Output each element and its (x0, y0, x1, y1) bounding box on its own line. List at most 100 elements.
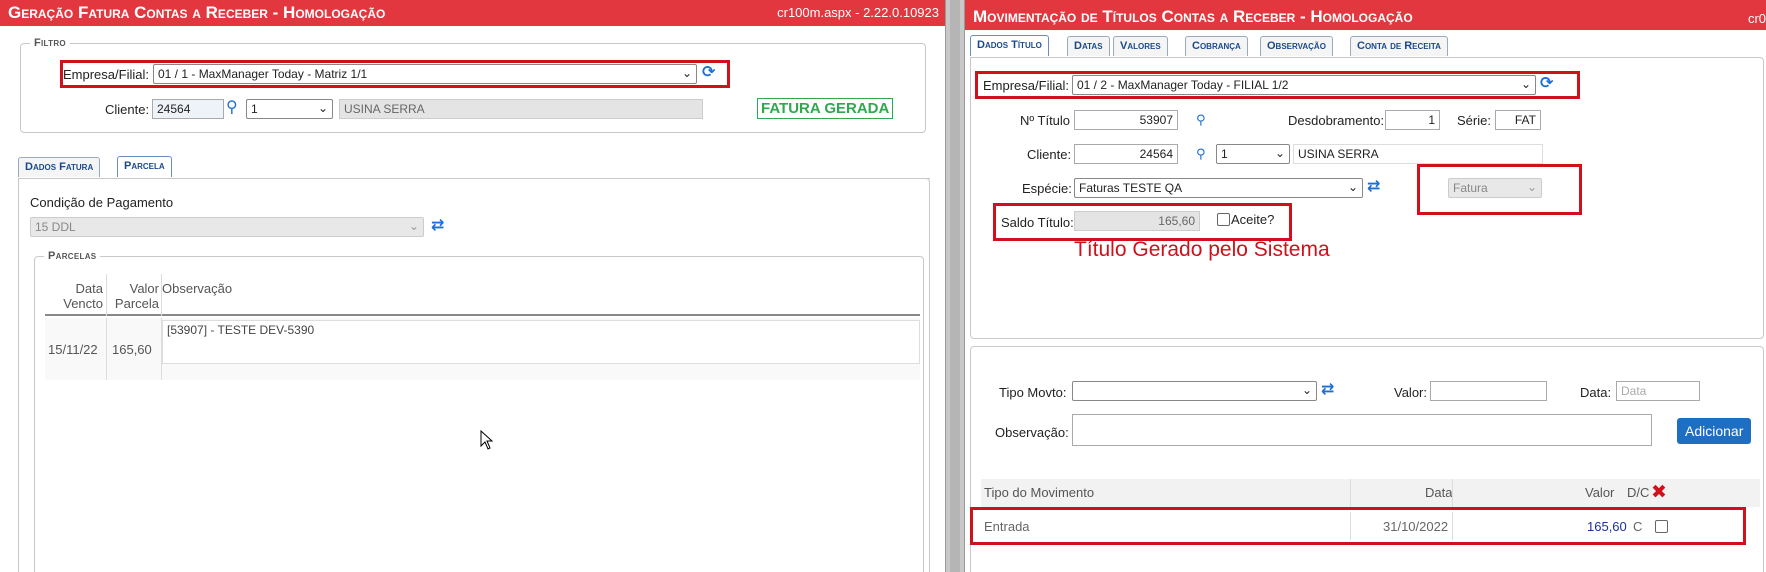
especie-select[interactable]: Faturas TESTE QA ⌄ (1074, 178, 1363, 198)
col-sep (1350, 512, 1351, 540)
chevron-down-icon: ⌄ (1274, 146, 1285, 160)
empresa-label: Empresa/Filial: (983, 78, 1069, 93)
empresa-select[interactable]: 01 / 2 - MaxManager Today - FILIAL 1/2 ⌄ (1072, 75, 1536, 95)
tab-valores[interactable]: Valores (1113, 36, 1168, 56)
especie-value: Faturas TESTE QA (1079, 181, 1183, 195)
tab-observacao[interactable]: Observação (1260, 36, 1333, 56)
row-dc: C (1633, 519, 1643, 534)
col-valor: Valor (1585, 485, 1615, 500)
cliente-seq-select[interactable]: 1 ⌄ (246, 99, 333, 119)
aceite-label: Aceite? (1231, 212, 1275, 227)
right-version-label: cr0 (1747, 11, 1766, 26)
refresh-icon[interactable]: ⟳ (702, 65, 715, 81)
row-select-checkbox[interactable] (1655, 520, 1668, 533)
chevron-down-icon: ⌄ (1526, 180, 1537, 194)
col-data: Data (1425, 485, 1453, 500)
cliente-code-input[interactable]: 24564 (152, 99, 224, 119)
tipo-value: Fatura (1453, 181, 1488, 195)
right-title-bar: Movimentação de Títulos Contas a Receber… (965, 0, 1766, 30)
window-divider[interactable] (945, 0, 965, 572)
tab-datas[interactable]: Datas (1067, 36, 1110, 56)
empresa-select-value: 01 / 1 - MaxManager Today - Matriz 1/1 (158, 67, 368, 81)
left-title-bar: Geração Fatura Contas a Receber - Homolo… (0, 0, 945, 26)
tipo-movto-label: Tipo Movto: (999, 385, 1067, 400)
refresh-icon[interactable]: ⟳ (1540, 76, 1553, 92)
divider-handle[interactable] (950, 0, 960, 572)
observacao-label: Observação: (995, 425, 1069, 440)
cliente-seq-select[interactable]: 1 ⌄ (1216, 144, 1290, 164)
tab-parcela[interactable]: Parcela (117, 156, 172, 177)
observacao-textarea[interactable] (1072, 414, 1652, 446)
chevron-down-icon: ⌄ (408, 219, 419, 233)
right-window-title: Movimentação de Títulos Contas a Receber… (973, 7, 1413, 26)
valor-input[interactable] (1430, 381, 1547, 401)
col-valor-line1: Valor (129, 281, 159, 296)
col-observacao: Observação (162, 281, 233, 296)
empresa-label: Empresa/Filial: (63, 67, 149, 82)
col-data-line2: Vencto (63, 296, 103, 311)
serie-input[interactable]: FAT (1495, 110, 1541, 130)
chevron-down-icon: ⌄ (1301, 383, 1312, 397)
search-icon[interactable]: ⚲ (226, 100, 238, 116)
titulo-input[interactable]: 53907 (1074, 110, 1178, 130)
row-observacao-field[interactable]: [53907] - TESTE DEV-5390 (162, 320, 920, 364)
empresa-select-value: 01 / 2 - MaxManager Today - FILIAL 1/2 (1077, 78, 1289, 92)
tab-dados-fatura[interactable]: Dados Fatura (18, 157, 101, 177)
col-tipo-movimento: Tipo do Movimento (984, 485, 1095, 500)
col-sep (1452, 479, 1453, 507)
tipo-movto-select[interactable]: ⌄ (1072, 381, 1317, 401)
chevron-down-icon: ⌄ (1347, 180, 1358, 194)
empresa-select[interactable]: 01 / 1 - MaxManager Today - Matriz 1/1 ⌄ (153, 64, 697, 84)
tab-conta-receita[interactable]: Conta de Receita (1350, 36, 1448, 56)
col-data-vencto: Data Vencto (45, 281, 103, 311)
row-data: 15/11/22 (48, 342, 98, 357)
table-row: 15/11/22 165,60 [53907] - TESTE DEV-5390 (45, 318, 920, 380)
adicionar-button[interactable]: Adicionar (1677, 418, 1752, 444)
delete-all-icon[interactable]: ✖ (1651, 481, 1667, 504)
saldo-label: Saldo Título: (1001, 215, 1074, 230)
filter-fieldset (20, 43, 926, 133)
col-sep (161, 318, 162, 380)
cliente-seq-value: 1 (1221, 147, 1228, 161)
table-row: Entrada 31/10/2022 165,60 C (981, 512, 1751, 540)
cliente-code-input[interactable]: 24564 (1074, 144, 1178, 164)
filter-legend: Filtro (30, 37, 70, 49)
data-input[interactable]: Data (1616, 381, 1700, 401)
desdobramento-input[interactable]: 1 (1385, 110, 1440, 130)
condicao-select: 15 DDL ⌄ (30, 217, 424, 237)
table-header: Data Vencto Valor Parcela Observação (45, 274, 920, 316)
row-valor: 165,60 (112, 342, 152, 357)
search-icon[interactable]: ⚲ (1196, 112, 1206, 128)
condicao-label: Condição de Pagamento (30, 195, 174, 210)
row-valor: 165,60 (1587, 519, 1627, 534)
serie-label: Série: (1457, 113, 1491, 128)
col-sep (106, 318, 107, 380)
refresh-icon[interactable]: ⇄ (1321, 382, 1334, 398)
refresh-icon[interactable]: ⇄ (431, 218, 444, 234)
cliente-seq-value: 1 (251, 102, 258, 116)
mov-table-header: Tipo do Movimento Data Valor D/C ✖ (981, 479, 1760, 507)
left-version-label: cr100m.aspx - 2.22.0.10923 (777, 5, 939, 20)
right-window: Movimentação de Títulos Contas a Receber… (965, 0, 1766, 572)
left-window-title: Geração Fatura Contas a Receber - Homolo… (8, 3, 386, 22)
data-label: Data: (1580, 385, 1612, 400)
especie-label: Espécie: (1022, 181, 1072, 196)
col-data-line1: Data (75, 281, 103, 296)
col-sep (1452, 512, 1453, 540)
row-data: 31/10/2022 (1383, 519, 1449, 534)
tab-cobranca[interactable]: Cobrança (1185, 36, 1248, 56)
refresh-icon[interactable]: ⇄ (1367, 179, 1380, 195)
valor-label: Valor: (1394, 385, 1427, 400)
col-valor-parcela: Valor Parcela (107, 281, 159, 311)
chevron-down-icon: ⌄ (317, 101, 328, 115)
cliente-name-field: USINA SERRA (339, 99, 703, 119)
cliente-name-field: USINA SERRA (1293, 144, 1543, 164)
mouse-cursor-icon (480, 430, 494, 450)
titulo-label: Nº Título (1020, 113, 1071, 128)
fatura-gerada-badge: FATURA GERADA (757, 98, 894, 119)
col-sep (1350, 479, 1351, 507)
search-icon[interactable]: ⚲ (1196, 146, 1206, 162)
parcelas-table: Data Vencto Valor Parcela Observação 15/… (45, 274, 920, 380)
tab-dados-titulo[interactable]: Dados Título (970, 35, 1049, 56)
aceite-checkbox[interactable] (1217, 213, 1230, 226)
